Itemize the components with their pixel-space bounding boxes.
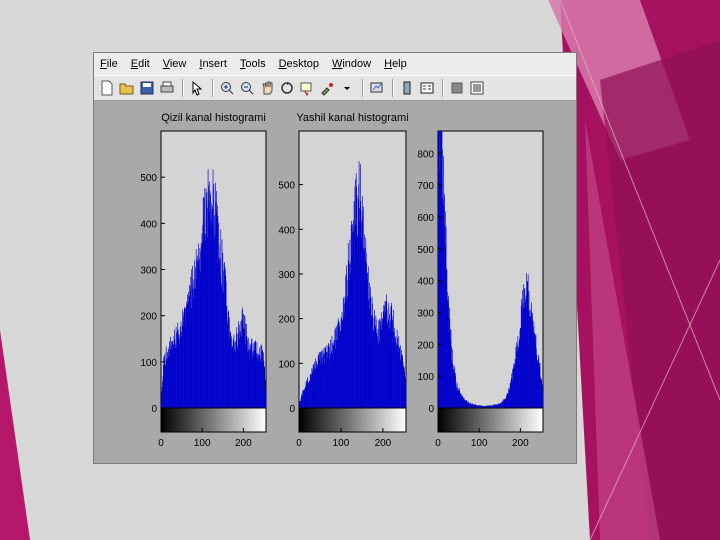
y-tick-label: 700: [417, 181, 434, 192]
intensity-colorbar: [160, 407, 267, 433]
y-tick-label: 500: [278, 181, 295, 192]
x-tick-label: 0: [158, 438, 164, 449]
x-tick-label: 200: [235, 438, 252, 449]
x-tick-label: 100: [333, 438, 350, 449]
y-tick-label: 0: [428, 404, 434, 415]
histogram-bar: [542, 392, 544, 408]
y-tick-label: 0: [289, 404, 295, 415]
x-tick-label: 0: [296, 438, 302, 449]
histogram-bar: [405, 383, 407, 408]
intensity-colorbar: [298, 407, 407, 433]
y-tick-label: 200: [417, 340, 434, 351]
x-tick-label: 200: [512, 438, 529, 449]
intensity-colorbar: [437, 407, 544, 433]
y-tick-label: 0: [151, 404, 157, 415]
y-tick-label: 100: [417, 372, 434, 383]
x-tick-label: 100: [194, 438, 211, 449]
x-tick-label: 0: [435, 438, 441, 449]
y-tick-label: 500: [140, 173, 157, 184]
y-tick-label: 200: [140, 312, 157, 323]
y-tick-label: 400: [417, 277, 434, 288]
histogram-bar: [265, 390, 267, 408]
y-tick-label: 800: [417, 149, 434, 160]
y-tick-label: 300: [417, 308, 434, 319]
x-tick-label: 100: [471, 438, 488, 449]
y-tick-label: 100: [140, 358, 157, 369]
y-tick-label: 400: [140, 219, 157, 230]
x-tick-label: 200: [375, 438, 392, 449]
axes-title-1: Qizil kanal histogrami: [161, 112, 266, 124]
y-tick-label: 300: [140, 266, 157, 277]
y-tick-label: 100: [278, 359, 295, 370]
axes-title-2: Yashil kanal histogrami: [296, 112, 408, 124]
y-tick-label: 500: [417, 245, 434, 256]
histogram-figure: Qizil kanal histogrami 0 100 200 300 400 500 0 1…: [140, 112, 544, 449]
y-tick-label: 300: [278, 270, 295, 281]
figure-window: File Edit View Insert Tools Desktop Wind…: [93, 52, 577, 464]
y-tick-label: 600: [417, 213, 434, 224]
y-tick-label: 400: [278, 225, 295, 236]
y-tick-label: 200: [278, 315, 295, 326]
